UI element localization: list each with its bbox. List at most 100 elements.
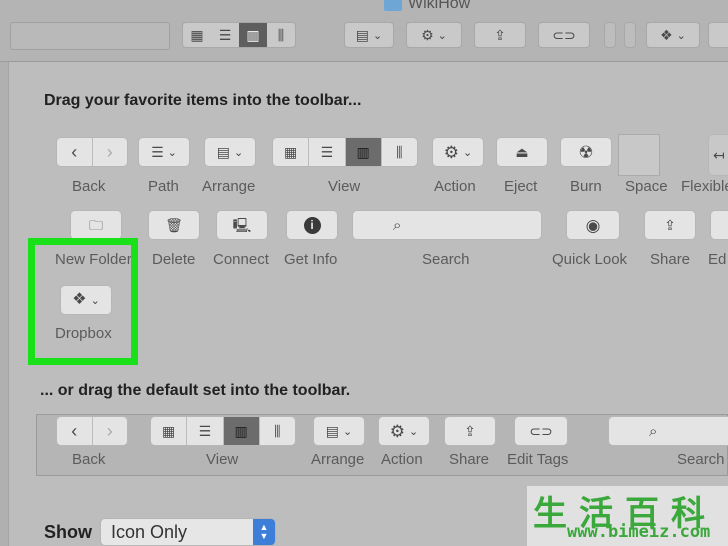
default-action-label: Action <box>381 451 423 468</box>
icon-view-icon: ▦ <box>151 417 188 445</box>
default-arrange: ▤ ⌄ <box>313 416 365 446</box>
default-back-label: Back <box>72 451 106 468</box>
search-label: Search <box>422 251 470 268</box>
back-arrow-icon: ‹ <box>57 138 93 166</box>
space-item[interactable] <box>618 134 660 176</box>
toolbar-search <box>708 22 728 48</box>
quick-look-item[interactable]: ◉ <box>566 210 620 240</box>
default-search: ⌕ <box>608 416 728 446</box>
default-view: ▦ ☰ ▥ ⫼ <box>150 416 296 446</box>
gear-icon: ⚙ <box>443 142 460 162</box>
dropbox-item[interactable]: ❖ ⌄ <box>60 285 112 315</box>
delete-item[interactable]: 🗑 <box>148 210 200 240</box>
connect-label: Connect <box>213 251 269 268</box>
path-item[interactable]: ☰ ⌄ <box>138 137 190 167</box>
view-item[interactable]: ▦ ☰ ▥ ⫼ <box>272 137 418 167</box>
sidebar-edge <box>0 62 8 546</box>
default-share: ⇪ <box>444 416 496 446</box>
forward-arrow-icon: › <box>106 142 113 162</box>
eject-label: Eject <box>504 178 538 195</box>
back-forward-item[interactable]: ‹ › <box>56 137 128 167</box>
cover-flow-icon: ⫼ <box>277 27 285 43</box>
arrange-label: Arrange <box>202 178 256 195</box>
share-icon: ⇪ <box>464 423 476 439</box>
toolbar-space <box>624 22 636 48</box>
burn-icon: ☢ <box>578 142 594 162</box>
view-label: View <box>328 178 361 195</box>
popup-arrows-icon: ▲ ▼ <box>253 519 275 545</box>
dropbox-icon: ❖ <box>72 291 87 308</box>
action-label: Action <box>434 178 476 195</box>
cover-flow-icon: ⫼ <box>396 144 403 160</box>
share-label: Share <box>650 251 691 268</box>
list-view-icon: ☰ <box>218 27 232 43</box>
new-folder-icon: 🗀 <box>89 217 103 233</box>
flexible-space-arrow-icon: ↤ <box>713 147 725 163</box>
arrange-icon: ▤ <box>216 144 230 160</box>
space-label: Space <box>625 178 668 195</box>
burn-item[interactable]: ☢ <box>560 137 612 167</box>
forward-arrow-icon: › <box>106 421 113 441</box>
share-item[interactable]: ⇪ <box>644 210 696 240</box>
show-label: Show <box>44 522 92 542</box>
toolbar-dropbox: ❖ ⌄ <box>646 22 700 48</box>
tag-icon: ⊂⊃ <box>529 423 553 439</box>
default-set-heading: ... or drag the default set into the too… <box>40 382 351 399</box>
column-view-icon: ▥ <box>345 138 382 166</box>
eye-icon: ◉ <box>585 215 601 235</box>
action-item[interactable]: ⚙ ⌄ <box>432 137 484 167</box>
show-popup-button[interactable]: Icon Only ▲ ▼ <box>100 518 276 546</box>
path-icon: ☰ <box>151 144 164 160</box>
edit-tags-label: Ed <box>708 251 727 268</box>
new-folder-item[interactable]: 🗀 <box>70 210 122 240</box>
get-info-label: Get Info <box>284 251 338 268</box>
icon-view-icon: ▦ <box>273 138 310 166</box>
burn-label: Burn <box>570 178 602 195</box>
back-label: Back <box>72 178 106 195</box>
show-popup-value: Icon Only <box>111 521 188 542</box>
trash-icon: 🗑 <box>165 217 183 233</box>
icon-view-icon: ▦ <box>190 27 204 43</box>
default-search-label: Search <box>677 451 725 468</box>
window-title: WikiHow <box>384 0 470 12</box>
default-edit-tags: ⊂⊃ <box>514 416 568 446</box>
flexible-space-item[interactable]: ↤ <box>708 134 728 176</box>
delete-label: Delete <box>152 251 196 268</box>
toolbar-action: ⚙ ⌄ <box>406 22 462 48</box>
default-edit-tags-label: Edit Tags <box>507 451 569 468</box>
search-item[interactable]: ⌕ <box>352 210 542 240</box>
share-icon: ⇪ <box>664 217 676 233</box>
connect-item[interactable]: 🖳 <box>216 210 268 240</box>
connect-icon: 🖳 <box>232 217 252 233</box>
toolbar-view-segment: ▦ ☰ ▥ ⫼ <box>182 22 296 48</box>
column-view-icon: ▥ <box>223 417 260 445</box>
list-view-icon: ☰ <box>187 417 224 445</box>
column-view-icon: ▥ <box>239 23 267 47</box>
path-field <box>10 22 170 50</box>
default-back-forward: ‹ › <box>56 416 128 446</box>
search-icon: ⌕ <box>649 423 658 440</box>
watermark-url: www.bimeiz.com <box>567 522 711 542</box>
info-icon: i <box>303 216 321 234</box>
toolbar-space <box>604 22 616 48</box>
gear-icon: ⚙ <box>389 421 406 441</box>
watermark: 生活百科 www.bimeiz.com <box>527 486 728 546</box>
back-arrow-icon: ‹ <box>57 417 93 445</box>
folder-icon <box>384 0 402 11</box>
sheet-heading: Drag your favorite items into the toolba… <box>44 92 362 109</box>
edit-tags-item[interactable] <box>710 210 728 240</box>
quick-look-label: Quick Look <box>552 251 628 268</box>
dropbox-label: Dropbox <box>55 325 112 342</box>
search-icon: ⌕ <box>393 217 402 234</box>
cover-flow-icon: ⫼ <box>274 423 281 439</box>
path-label: Path <box>148 178 179 195</box>
default-arrange-label: Arrange <box>311 451 365 468</box>
eject-item[interactable]: ⏏ <box>496 137 548 167</box>
get-info-item[interactable]: i <box>286 210 338 240</box>
list-view-icon: ☰ <box>309 138 346 166</box>
default-action: ⚙ ⌄ <box>378 416 430 446</box>
arrange-item[interactable]: ▤ ⌄ <box>204 137 256 167</box>
finder-window-toolbar: WikiHow ▦ ☰ ▥ ⫼ ▤ ⌄ ⚙ ⌄ ⇪ ⊂⊃ ❖ ⌄ <box>0 0 728 62</box>
default-view-label: View <box>206 451 239 468</box>
eject-icon: ⏏ <box>515 144 529 160</box>
